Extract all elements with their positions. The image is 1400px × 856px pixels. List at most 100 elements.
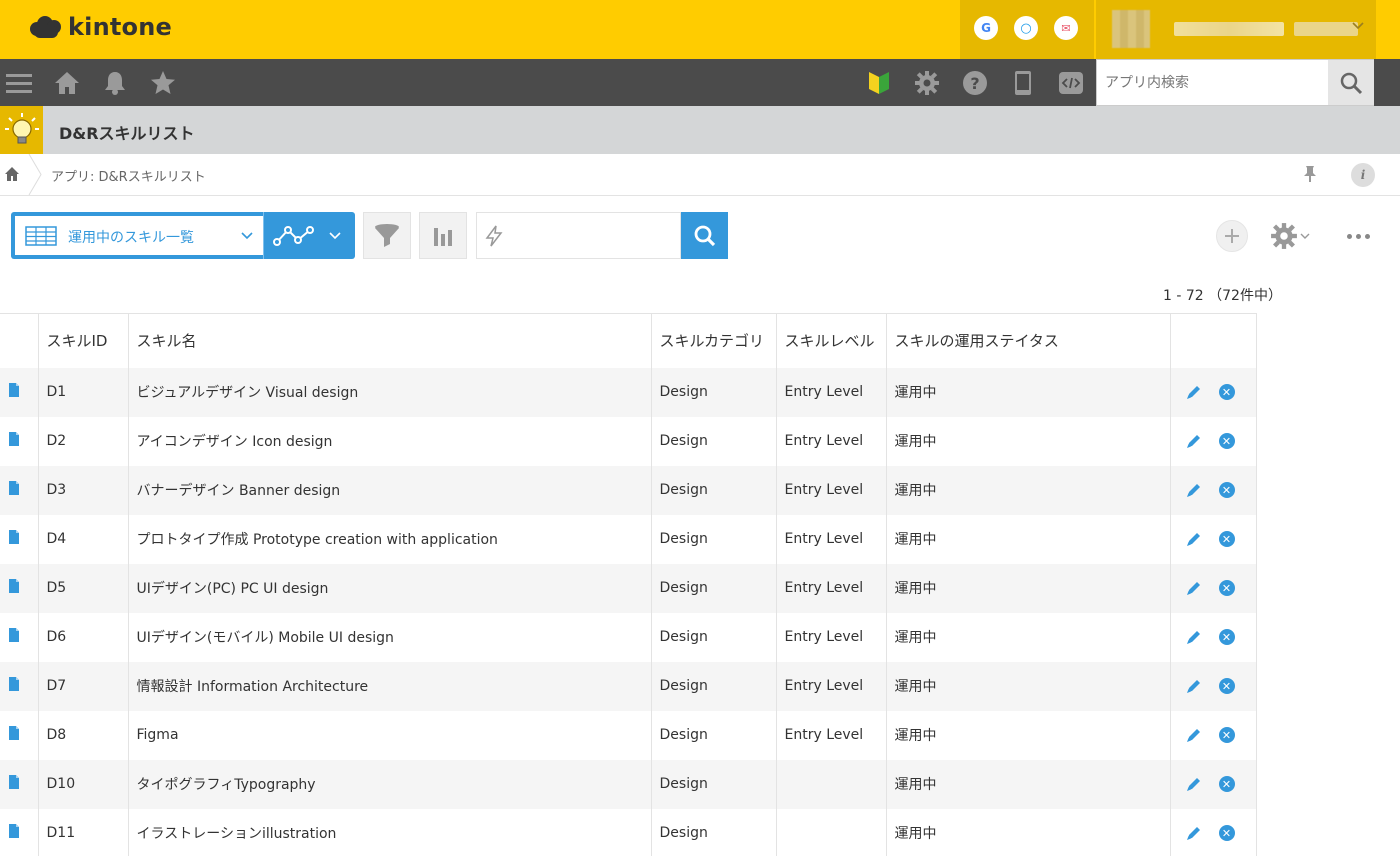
record-detail-cell[interactable] <box>0 710 39 760</box>
row-actions: ✕ <box>1170 416 1257 466</box>
chevron-down-icon <box>1300 233 1310 239</box>
menu-icon[interactable] <box>4 68 34 98</box>
delete-icon[interactable]: ✕ <box>1218 629 1235 645</box>
star-icon[interactable] <box>148 68 178 98</box>
cell-skill-status: 運用中 <box>886 563 1171 613</box>
garoon-icon[interactable]: ○ <box>1014 16 1038 40</box>
document-icon[interactable] <box>8 480 20 496</box>
brand-name: kintone <box>68 13 172 41</box>
bell-icon[interactable] <box>100 68 130 98</box>
code-icon[interactable] <box>1056 68 1086 98</box>
record-detail-cell[interactable] <box>0 612 39 662</box>
edit-pencil-icon[interactable] <box>1185 775 1203 793</box>
record-detail-cell[interactable] <box>0 416 39 466</box>
cell-skill-name: バナーデザイン Banner design <box>128 465 652 515</box>
mobile-icon[interactable] <box>1008 68 1038 98</box>
keyword-search-button[interactable] <box>681 212 728 259</box>
delete-icon[interactable]: ✕ <box>1218 776 1235 792</box>
document-icon[interactable] <box>8 431 20 447</box>
app-search-button[interactable] <box>1328 60 1374 105</box>
graph-selector[interactable] <box>263 212 355 259</box>
table-row: D3 バナーデザイン Banner design Design Entry Level… <box>0 465 1257 515</box>
chevron-down-icon <box>1352 22 1364 30</box>
delete-icon[interactable]: ✕ <box>1218 433 1235 449</box>
gear-icon[interactable] <box>912 68 942 98</box>
cell-skill-id: D10 <box>38 759 129 809</box>
header-skill-status[interactable]: スキルの運用ステイタス <box>886 313 1171 368</box>
edit-pencil-icon[interactable] <box>1185 824 1203 842</box>
delete-icon[interactable]: ✕ <box>1218 727 1235 743</box>
edit-pencil-icon[interactable] <box>1185 579 1203 597</box>
delete-icon[interactable]: ✕ <box>1218 482 1235 498</box>
home-icon[interactable] <box>4 166 20 186</box>
header-skill-level[interactable]: スキルレベル <box>776 313 887 368</box>
breadcrumb-app-link[interactable]: アプリ: D&Rスキルリスト <box>51 166 206 185</box>
app-search-input[interactable] <box>1097 60 1328 105</box>
cell-skill-id: D4 <box>38 514 129 564</box>
app-title[interactable]: D&Rスキルリスト <box>59 120 195 144</box>
record-detail-cell[interactable] <box>0 514 39 564</box>
search-icon <box>1340 72 1363 94</box>
record-detail-cell[interactable] <box>0 759 39 809</box>
cell-skill-status: 運用中 <box>886 465 1171 515</box>
document-icon[interactable] <box>8 676 20 692</box>
home-icon[interactable] <box>52 68 82 98</box>
cybozu-cloud-icon <box>30 14 64 40</box>
delete-icon[interactable]: ✕ <box>1218 825 1235 841</box>
service-links: G ○ ✉ <box>960 0 1094 59</box>
edit-pencil-icon[interactable] <box>1185 530 1203 548</box>
header-skill-name[interactable]: スキル名 <box>128 313 652 368</box>
header-skill-category[interactable]: スキルカテゴリ <box>651 313 777 368</box>
edit-pencil-icon[interactable] <box>1185 628 1203 646</box>
pin-icon[interactable] <box>1302 165 1318 187</box>
cell-skill-id: D7 <box>38 661 129 711</box>
document-icon[interactable] <box>8 382 20 398</box>
cell-skill-status: 運用中 <box>886 710 1171 760</box>
avatar <box>1112 10 1150 48</box>
cell-skill-id: D3 <box>38 465 129 515</box>
row-actions: ✕ <box>1170 514 1257 564</box>
document-icon[interactable] <box>8 627 20 643</box>
edit-pencil-icon[interactable] <box>1185 383 1203 401</box>
aggregate-button[interactable] <box>419 212 467 259</box>
beginner-icon[interactable] <box>864 68 894 98</box>
cell-skill-id: D5 <box>38 563 129 613</box>
record-detail-cell[interactable] <box>0 808 39 856</box>
document-icon[interactable] <box>8 578 20 594</box>
user-menu[interactable] <box>1096 0 1376 59</box>
delete-icon[interactable]: ✕ <box>1218 580 1235 596</box>
help-icon[interactable]: ? <box>960 68 990 98</box>
table-header: スキルID スキル名 スキルカテゴリ スキルレベル スキルの運用ステイタス <box>0 313 1257 368</box>
edit-pencil-icon[interactable] <box>1185 726 1203 744</box>
cell-skill-name: UIデザイン(PC) PC UI design <box>128 563 652 613</box>
add-record-button[interactable] <box>1216 220 1248 252</box>
keyword-search-input[interactable] <box>511 214 676 257</box>
document-icon[interactable] <box>8 725 20 741</box>
document-icon[interactable] <box>8 823 20 839</box>
header-skill-id[interactable]: スキルID <box>38 313 129 368</box>
kintone-logo[interactable]: kintone <box>30 13 172 41</box>
record-detail-cell[interactable] <box>0 563 39 613</box>
delete-icon[interactable]: ✕ <box>1218 384 1235 400</box>
record-detail-cell[interactable] <box>0 465 39 515</box>
mail-icon[interactable]: ✉ <box>1054 16 1078 40</box>
record-detail-cell[interactable] <box>0 661 39 711</box>
document-icon[interactable] <box>8 774 20 790</box>
view-selector[interactable]: 運用中のスキル一覧 <box>11 212 263 259</box>
record-detail-cell[interactable] <box>0 367 39 417</box>
edit-pencil-icon[interactable] <box>1185 481 1203 499</box>
filter-button[interactable] <box>363 212 411 259</box>
edit-pencil-icon[interactable] <box>1185 677 1203 695</box>
info-icon[interactable]: i <box>1351 163 1375 187</box>
delete-icon[interactable]: ✕ <box>1218 531 1235 547</box>
chevron-down-icon <box>241 232 253 240</box>
table-row: D8 Figma Design Entry Level 運用中 ✕ <box>0 710 1257 760</box>
document-icon[interactable] <box>8 529 20 545</box>
chevron-down-icon <box>329 232 341 240</box>
more-options-icon[interactable] <box>1340 220 1376 252</box>
delete-icon[interactable]: ✕ <box>1218 678 1235 694</box>
google-icon[interactable]: G <box>974 16 998 40</box>
record-count: 1 - 72 （72件中） <box>1163 288 1282 304</box>
edit-pencil-icon[interactable] <box>1185 432 1203 450</box>
app-settings-button[interactable] <box>1270 220 1318 252</box>
